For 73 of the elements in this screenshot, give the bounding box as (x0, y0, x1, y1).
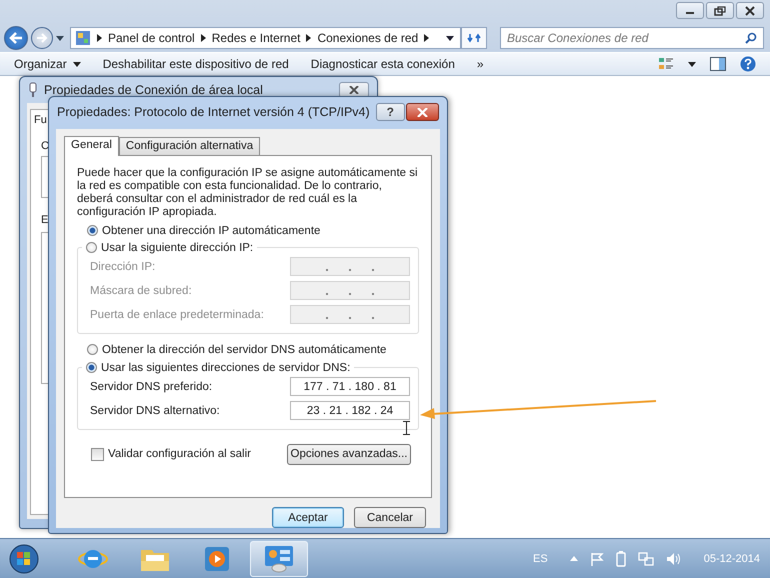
ip-address-field[interactable] (290, 281, 410, 300)
close-button[interactable] (406, 103, 439, 121)
back-arrow-icon (9, 32, 23, 44)
radio-option[interactable]: Usar la siguiente dirección IP: (86, 242, 254, 254)
dialog-button[interactable]: Aceptar (272, 507, 344, 528)
chevron-icon[interactable] (97, 34, 102, 42)
refresh-icon (467, 32, 481, 44)
radio-option[interactable]: Obtener una dirección IP automáticamente (87, 224, 419, 237)
breadcrumb-item[interactable]: Panel de control (108, 31, 195, 45)
radio-button[interactable] (86, 242, 97, 254)
ip-address-field[interactable]: 23 . 21 . 182 . 24 (290, 401, 410, 420)
dialog-title: Propiedades de Conexión de área local (44, 83, 264, 97)
help-button[interactable]: ? (376, 103, 405, 121)
dropdown-caret-icon[interactable] (446, 36, 454, 40)
radio-button[interactable] (87, 225, 98, 236)
label: C (41, 140, 49, 152)
restore-button[interactable] (706, 2, 734, 19)
close-icon (349, 86, 359, 94)
checkbox[interactable] (91, 448, 104, 461)
chevron-icon[interactable] (306, 34, 312, 42)
close-icon (416, 108, 428, 116)
checkbox-option[interactable]: Validar configuración al salir (91, 448, 251, 461)
chevron-icon[interactable] (200, 34, 206, 42)
restore-icon (714, 6, 726, 16)
recent-pages-caret-icon[interactable] (56, 36, 64, 40)
search-field[interactable]: Buscar Conexiones de red (500, 27, 764, 49)
radio-button[interactable] (86, 362, 97, 374)
advanced-options-button[interactable]: Opciones avanzadas... (287, 444, 411, 465)
ip-address-field[interactable] (290, 257, 410, 276)
network-adapter-icon (28, 82, 38, 98)
text-cursor-icon (403, 421, 410, 435)
ip-address-field[interactable] (290, 305, 410, 324)
tab[interactable]: General (64, 136, 119, 156)
view-options-icon[interactable] (658, 56, 674, 72)
field-label: Dirección IP: (90, 260, 156, 273)
toolbar-button[interactable]: Organizar (10, 53, 85, 75)
minimize-button[interactable] (676, 2, 704, 19)
ip-address-field[interactable]: 177 . 71 . 180 . 81 (290, 377, 410, 396)
radio-button[interactable] (87, 344, 98, 356)
close-button[interactable] (736, 2, 764, 19)
search-icon (745, 32, 757, 44)
radio-option[interactable]: Usar las siguientes direcciones de servidor DNS: (86, 362, 350, 374)
taskbar-button[interactable] (250, 540, 308, 576)
preview-pane-icon[interactable] (710, 57, 726, 71)
dialog-title: Propiedades: Protocolo de Internet versión 4 (TCP/IPv4) (57, 105, 370, 119)
close-icon (744, 6, 756, 16)
toolbar-button[interactable]: Diagnosticar esta conexión (306, 53, 459, 75)
description-text: Puede hacer que la configuración IP se asigne automáticamente si la red es compatible con esta funcionalidad. De lo contrario, deberá consultar con el administrador de red cuál es la configuración IP apropiada. (77, 166, 419, 219)
dialog-button[interactable]: Cancelar (354, 507, 426, 528)
help-icon[interactable] (740, 56, 756, 72)
play-icon (204, 546, 230, 572)
control-panel-icon (75, 30, 91, 46)
label: E (41, 214, 48, 226)
field-label: Servidor DNS alternativo: (90, 404, 220, 417)
back-button[interactable] (4, 26, 28, 50)
toolbar-button[interactable]: » (472, 53, 488, 75)
chevron-icon[interactable] (424, 34, 430, 42)
breadcrumb-item[interactable]: Conexiones de red (317, 31, 418, 45)
dropdown-caret-icon[interactable] (688, 62, 696, 66)
tab[interactable]: Configuración alternativa (118, 136, 260, 155)
refresh-button[interactable] (461, 27, 487, 49)
forward-arrow-icon (36, 33, 48, 43)
toolbar-button[interactable]: Deshabilitar este dispositivo de red (98, 53, 293, 75)
radio-option[interactable]: Obtener la dirección del servidor DNS automáticamente (87, 344, 419, 356)
field-label: Máscara de subred: (90, 284, 192, 297)
breadcrumb-item[interactable]: Redes e Internet (212, 31, 300, 45)
start-button[interactable] (8, 542, 40, 574)
address-bar[interactable]: Panel de control Redes e Internet Conexiones de red (70, 27, 461, 49)
control-panel-icon (264, 544, 294, 572)
tab[interactable]: Fu (34, 114, 47, 126)
forward-button[interactable] (31, 27, 53, 49)
field-label: Servidor DNS preferido: (90, 380, 212, 393)
field-label: Puerta de enlace predeterminada: (90, 308, 264, 321)
